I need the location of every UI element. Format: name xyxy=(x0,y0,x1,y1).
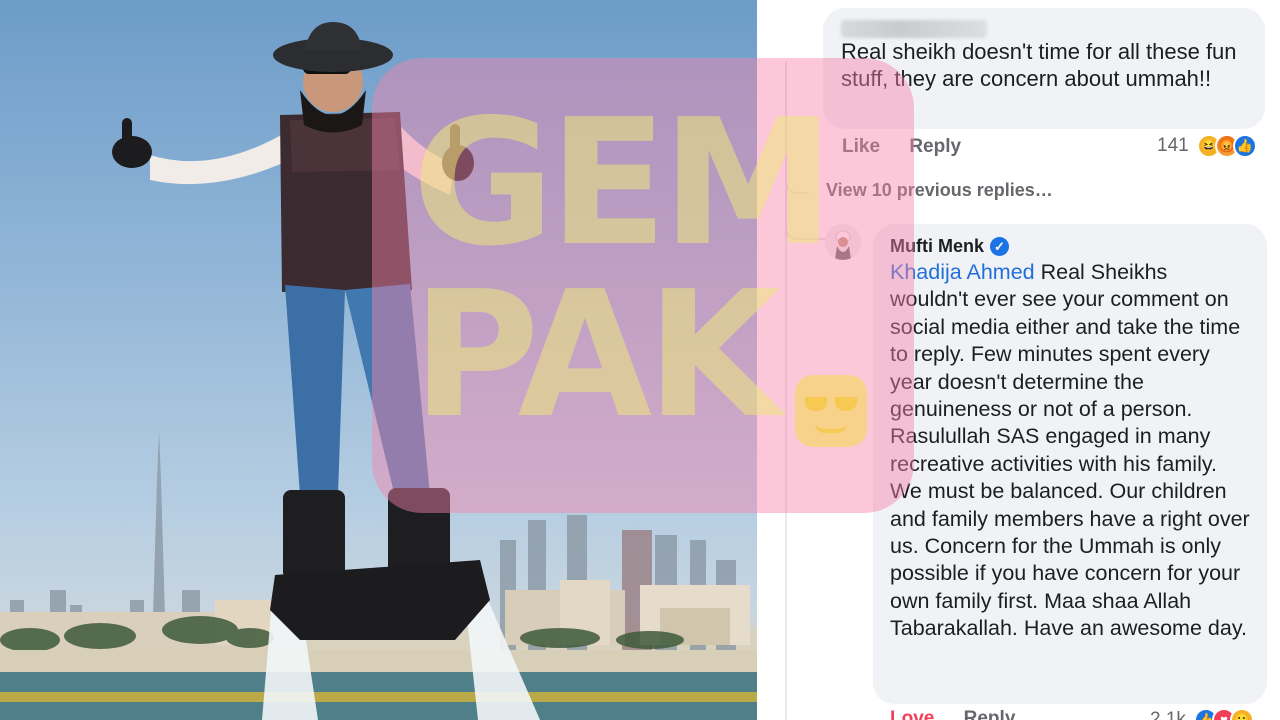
reply-text: Khadija Ahmed Real Sheikhs wouldn't ever… xyxy=(890,259,1251,643)
verified-badge-icon: ✓ xyxy=(990,237,1009,256)
blurred-author-name xyxy=(841,20,987,38)
reaction-summary[interactable]: 2.1k 👍 ♥ 😮 xyxy=(1150,708,1254,720)
reaction-count: 141 xyxy=(1157,135,1189,156)
watermark-line2: PAK xyxy=(412,254,781,457)
like-icon: 👍 xyxy=(1232,134,1257,158)
reply-link[interactable]: Reply xyxy=(964,708,1016,720)
watermark-line1: GEM xyxy=(412,82,835,285)
watermark-logo: GEM PAK xyxy=(412,82,835,457)
beach xyxy=(0,650,757,672)
reply-actions: Love Reply xyxy=(890,708,1015,720)
reply-body: Real Sheikhs wouldn't ever see your comm… xyxy=(890,260,1250,641)
reply-bubble: Mufti Menk ✓ Khadija Ahmed Real Sheikhs … xyxy=(873,224,1267,704)
love-link[interactable]: Love xyxy=(890,708,934,720)
reaction-count: 2.1k xyxy=(1150,709,1186,720)
reply-author: Mufti Menk ✓ xyxy=(890,236,1251,257)
watermark-face-icon xyxy=(795,375,867,447)
reply-link[interactable]: Reply xyxy=(909,136,961,157)
wow-icon: 😮 xyxy=(1229,708,1254,720)
reaction-summary[interactable]: 141 😆 😡 👍 xyxy=(1157,134,1257,158)
